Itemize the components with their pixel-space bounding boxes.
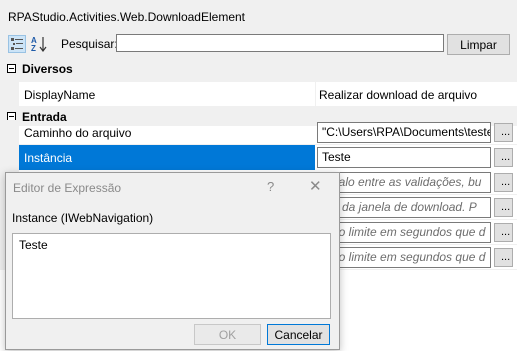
expression-text: Teste (19, 238, 48, 252)
property-name: Instância (24, 151, 73, 165)
svg-text:Z: Z (31, 44, 36, 53)
window-title: RPAStudio.Activities.Web.DownloadElement (8, 10, 245, 24)
property-value: mpo limite em segundos que d (322, 250, 486, 264)
categorized-view-icon[interactable] (8, 35, 26, 53)
property-value-box[interactable]: Teste (317, 147, 491, 168)
search-input[interactable] (116, 34, 444, 52)
ellipsis-button[interactable]: ... (494, 148, 513, 167)
category-label: Diversos (22, 62, 73, 76)
property-value-box[interactable]: mpo limite em segundos que d (317, 247, 491, 268)
expression-type-label: Instance (IWebNavigation) (12, 211, 154, 225)
window-title-bar: RPAStudio.Activities.Web.DownloadElement (0, 0, 517, 32)
category-diversos[interactable]: Diversos (0, 57, 517, 82)
ellipsis-button[interactable]: ... (494, 173, 513, 192)
close-icon[interactable]: ✕ (309, 177, 322, 195)
expression-textarea[interactable]: Teste (12, 233, 331, 319)
property-value: mpo limite em segundos que d (322, 225, 486, 239)
property-value-box[interactable]: ervalo entre as validações, bu (317, 172, 491, 193)
clear-button[interactable]: Limpar (447, 34, 510, 55)
property-row-displayname[interactable]: DisplayName Realizar download de arquivo (0, 82, 517, 107)
property-row-instancia[interactable]: Instância Teste ... (0, 145, 517, 170)
property-value: Teste (322, 150, 351, 164)
property-row-caminho[interactable]: Caminho do arquivo "C:\Users\RPA\Documen… (0, 120, 517, 145)
property-toolbar: A Z Pesquisar: Limpar (0, 32, 517, 56)
cancel-button[interactable]: Cancelar (267, 324, 330, 345)
ellipsis-button[interactable]: ... (494, 198, 513, 217)
property-value: me da janela de download. P (322, 200, 477, 214)
property-value-box[interactable]: "C:\Users\RPA\Documents\teste (317, 122, 491, 143)
dialog-title: Editor de Expressão (13, 181, 122, 195)
property-name: Caminho do arquivo (24, 126, 132, 140)
property-value[interactable]: Realizar download de arquivo (319, 88, 477, 102)
expression-editor-dialog: Editor de Expressão ? ✕ Instance (IWebNa… (5, 172, 340, 350)
ellipsis-button[interactable]: ... (494, 223, 513, 242)
ellipsis-button[interactable]: ... (494, 123, 513, 142)
collapse-icon[interactable] (7, 64, 16, 73)
property-value-box[interactable]: mpo limite em segundos que d (317, 222, 491, 243)
search-label: Pesquisar: (61, 37, 118, 51)
property-value-box[interactable]: me da janela de download. P (317, 197, 491, 218)
alphabetical-sort-icon[interactable]: A Z (30, 35, 48, 53)
property-value: ervalo entre as validações, bu (322, 175, 482, 189)
help-icon[interactable]: ? (267, 179, 274, 194)
ok-button[interactable]: OK (194, 324, 261, 345)
property-value: "C:\Users\RPA\Documents\teste (322, 125, 491, 139)
ellipsis-button[interactable]: ... (494, 248, 513, 267)
property-name: DisplayName (24, 88, 96, 102)
